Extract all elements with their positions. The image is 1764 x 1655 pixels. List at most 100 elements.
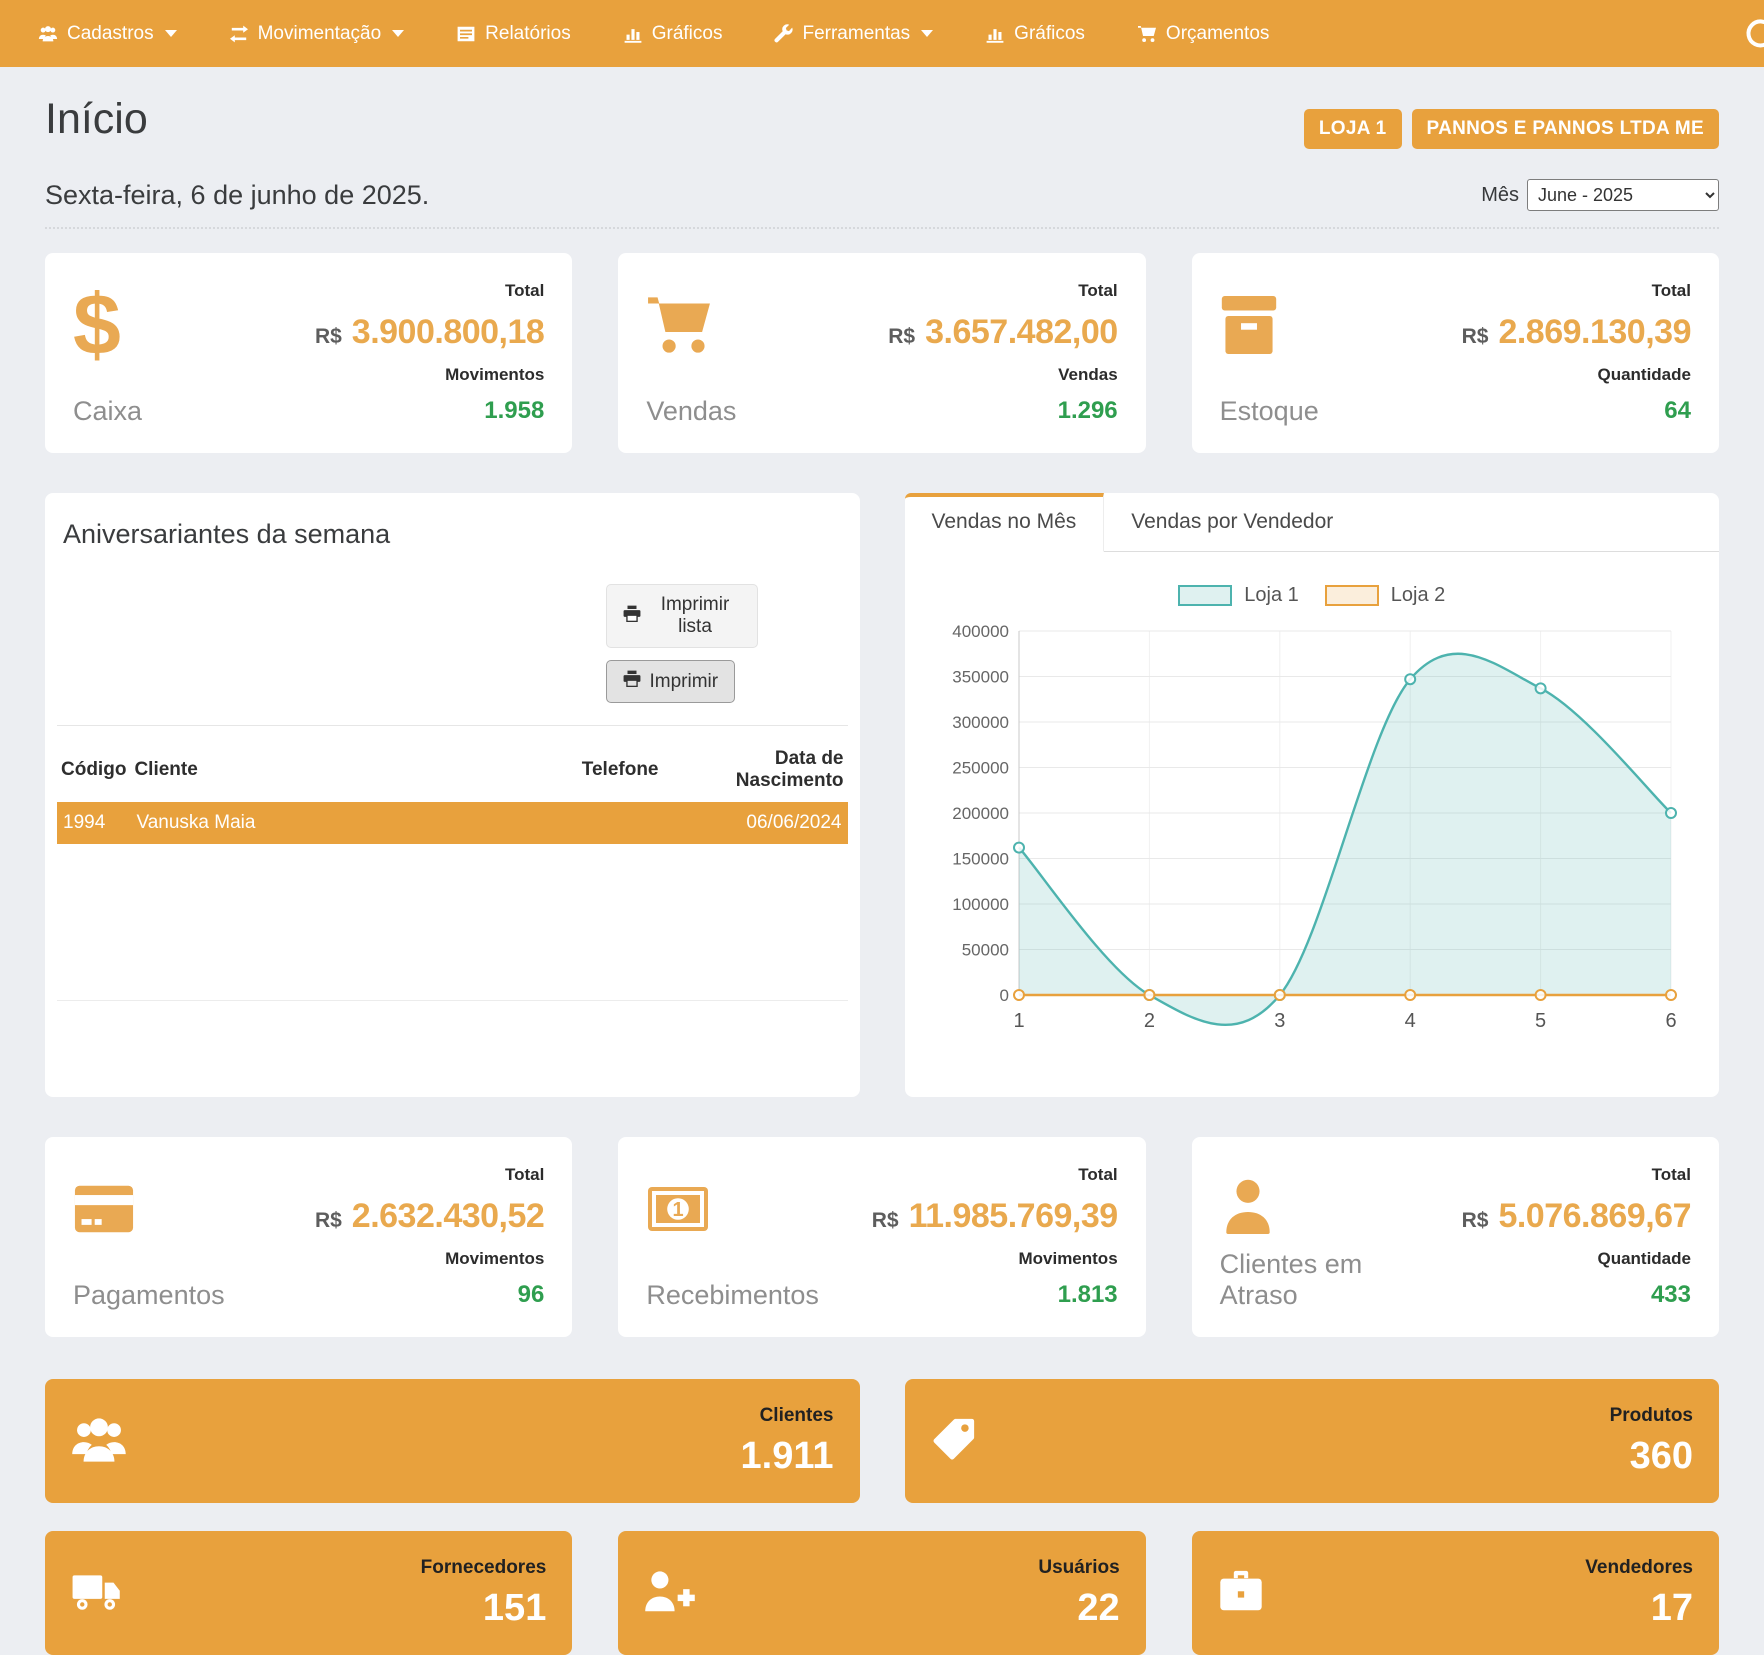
legend-swatch-loja1 [1178, 585, 1232, 606]
banner-produtos[interactable]: Produtos 360 [905, 1379, 1720, 1503]
stat-card-title: Recebimentos [646, 1280, 816, 1311]
stat-card-caixa: $ Caixa Total R$3.900.800,18 Movimentos … [45, 253, 572, 453]
currency-prefix: R$ [1462, 1209, 1489, 1233]
count-value: 1.296 [1058, 397, 1118, 425]
cart-icon [1137, 25, 1157, 43]
stat-card-title: Clientes em Atraso [1220, 1249, 1390, 1311]
stat-card-recebimentos: 1 Recebimentos Total R$11.985.769,39 Mov… [618, 1137, 1145, 1337]
svg-text:50000: 50000 [961, 941, 1008, 960]
legend-label: Loja 2 [1391, 584, 1446, 607]
count-label: Quantidade [1597, 1249, 1691, 1269]
svg-text:0: 0 [999, 986, 1008, 1005]
caret-down-icon [392, 30, 404, 37]
count-value: 64 [1664, 397, 1691, 425]
currency-prefix: R$ [888, 325, 915, 349]
stat-card-pagamentos: Pagamentos Total R$2.632.430,52 Moviment… [45, 1137, 572, 1337]
data-point [1014, 990, 1024, 1000]
nav-relatorios[interactable]: Relatórios [456, 23, 571, 45]
nav-graficos-1[interactable]: Gráficos [623, 23, 723, 45]
nav-item-label: Relatórios [485, 23, 571, 45]
col-header-cliente: Cliente [130, 738, 557, 802]
cell-telefone [558, 802, 663, 844]
tab-vendas-por-vendedor[interactable]: Vendas por Vendedor [1104, 493, 1360, 552]
count-label: Movimentos [1018, 1249, 1117, 1269]
banner-value: 1.911 [741, 1435, 834, 1478]
store-badge[interactable]: LOJA 1 [1304, 109, 1402, 149]
month-select[interactable]: June - 2025 [1527, 179, 1719, 211]
print-button[interactable]: Imprimir [606, 660, 736, 703]
banner-value: 17 [1585, 1587, 1693, 1630]
caret-down-icon [921, 30, 933, 37]
banner-vendedores[interactable]: Vendedores 17 [1192, 1531, 1719, 1655]
stat-card-title: Estoque [1220, 396, 1319, 427]
stat-card-title: Vendas [646, 396, 736, 427]
total-amount: 2.632.430,52 [352, 1197, 545, 1236]
total-label: Total [1078, 1165, 1117, 1185]
list-icon [456, 25, 476, 43]
stat-card-vendas: Vendas Total R$3.657.482,00 Vendas 1.296 [618, 253, 1145, 453]
company-badge[interactable]: PANNOS E PANNOS LTDA ME [1412, 109, 1719, 149]
banner-usuarios[interactable]: Usuários 22 [618, 1531, 1145, 1655]
legend-item-loja1[interactable]: Loja 1 [1178, 584, 1299, 607]
dollar-icon: $ [73, 279, 142, 371]
nav-cadastros[interactable]: Cadastros [38, 23, 177, 45]
count-value: 433 [1651, 1281, 1691, 1309]
data-point [1274, 990, 1284, 1000]
total-amount: 2.869.130,39 [1498, 313, 1691, 352]
banner-label: Clientes [741, 1405, 834, 1427]
nav-item-label: Gráficos [652, 23, 723, 45]
banner-label: Usuários [1038, 1557, 1119, 1579]
total-label: Total [505, 281, 544, 301]
nav-orcamentos[interactable]: Orçamentos [1137, 23, 1269, 45]
banner-clientes[interactable]: Clientes 1.911 [45, 1379, 860, 1503]
total-amount: 3.657.482,00 [925, 313, 1118, 352]
tab-filler [1360, 493, 1719, 552]
currency-prefix: R$ [315, 325, 342, 349]
caret-down-icon [165, 30, 177, 37]
nav-ferramentas[interactable]: Ferramentas [774, 23, 933, 45]
cell-codigo: 1994 [57, 802, 130, 844]
print-list-button[interactable]: Imprimir lista [606, 584, 758, 648]
svg-text:250000: 250000 [952, 759, 1009, 778]
data-point [1666, 990, 1676, 1000]
divider [57, 725, 848, 726]
nav-graficos-2[interactable]: Gráficos [985, 23, 1085, 45]
nav-item-label: Gráficos [1014, 23, 1085, 45]
count-value: 1.958 [484, 397, 544, 425]
current-date: Sexta-feira, 6 de junho de 2025. [45, 180, 429, 211]
nav-item-label: Cadastros [67, 23, 154, 45]
svg-text:4: 4 [1404, 1010, 1415, 1032]
svg-text:350000: 350000 [952, 668, 1009, 687]
printer-icon [623, 605, 641, 628]
print-list-label: Imprimir lista [650, 594, 741, 638]
legend-item-loja2[interactable]: Loja 2 [1325, 584, 1446, 607]
cell-cliente: Vanuska Maia [130, 802, 557, 844]
stat-card-title: Pagamentos [73, 1280, 225, 1311]
svg-text:200000: 200000 [952, 804, 1009, 823]
money-bill-icon: 1 [646, 1163, 816, 1255]
wrench-icon [774, 24, 793, 43]
legend-label: Loja 1 [1244, 584, 1299, 607]
table-row[interactable]: 1994 Vanuska Maia 06/06/2024 [57, 802, 848, 844]
total-label: Total [1652, 1165, 1691, 1185]
birthdays-table: Código Cliente Telefone Data de Nascimen… [57, 738, 848, 844]
sales-chart-panel: Vendas no Mês Vendas por Vendedor Loja 1… [905, 493, 1720, 1097]
nav-movimentacao[interactable]: Movimentação [229, 23, 405, 45]
tab-vendas-no-mes[interactable]: Vendas no Mês [905, 493, 1105, 552]
legend-swatch-loja2 [1325, 585, 1379, 606]
banner-label: Produtos [1610, 1405, 1693, 1427]
col-header-codigo: Código [57, 738, 130, 802]
refresh-icon[interactable] [1742, 18, 1764, 55]
currency-prefix: R$ [872, 1209, 899, 1233]
data-point [1405, 990, 1415, 1000]
data-point [1144, 990, 1154, 1000]
data-point [1666, 808, 1676, 818]
svg-text:5: 5 [1535, 1010, 1546, 1032]
banner-label: Fornecedores [421, 1557, 547, 1579]
nav-item-label: Movimentação [258, 23, 382, 45]
printer-icon [623, 670, 641, 693]
count-label: Movimentos [445, 1249, 544, 1269]
banner-fornecedores[interactable]: Fornecedores 151 [45, 1531, 572, 1655]
total-label: Total [1078, 281, 1117, 301]
month-label: Mês [1481, 184, 1519, 207]
